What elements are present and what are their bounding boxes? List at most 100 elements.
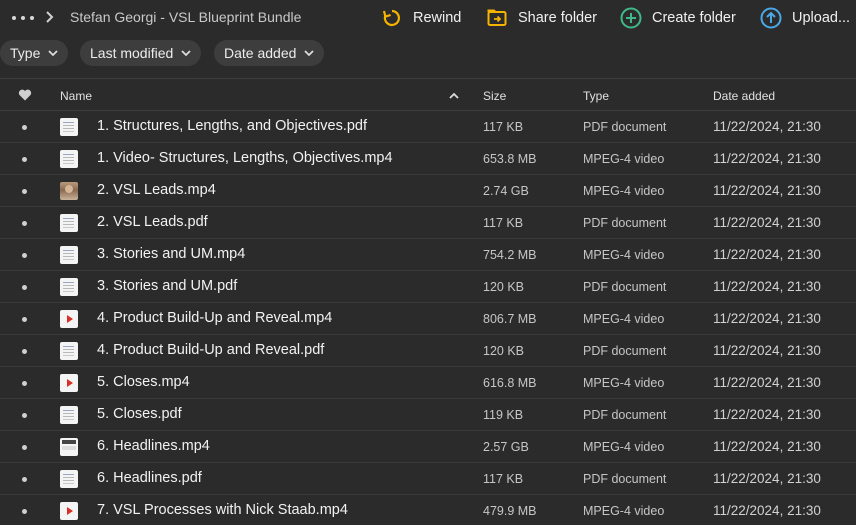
rewind-label: Rewind	[413, 10, 462, 26]
file-name[interactable]: 3. Stories and UM.pdf	[97, 278, 237, 294]
file-size: 119 KB	[483, 408, 524, 422]
more-options-icon[interactable]	[12, 9, 34, 27]
file-type: MPEG-4 video	[583, 248, 665, 262]
file-date-added: 11/22/2024, 21:30	[713, 119, 821, 134]
file-thumbnail-icon	[60, 150, 78, 168]
file-thumbnail-icon	[60, 406, 78, 424]
file-size: 2.57 GB	[483, 440, 529, 454]
favorite-dot-icon[interactable]	[22, 221, 27, 226]
favorite-dot-icon[interactable]	[22, 445, 27, 450]
favorite-dot-icon[interactable]	[22, 509, 27, 514]
favorite-dot-icon[interactable]	[22, 381, 27, 386]
heart-icon[interactable]	[18, 89, 32, 101]
table-row[interactable]: 3. Stories and UM.mp4 754.2 MB MPEG-4 vide…	[0, 239, 856, 271]
file-size: 120 KB	[483, 344, 525, 358]
chevron-down-icon	[48, 49, 58, 56]
file-type: MPEG-4 video	[583, 152, 665, 166]
file-type: MPEG-4 video	[583, 504, 665, 518]
file-size: 754.2 MB	[483, 248, 537, 262]
favorite-dot-icon[interactable]	[22, 477, 27, 482]
folder-title: Stefan Georgi - VSL Blueprint Bundle	[70, 9, 302, 25]
favorite-dot-icon[interactable]	[22, 253, 27, 258]
file-size: 117 KB	[483, 216, 524, 230]
favorite-dot-icon[interactable]	[22, 125, 27, 130]
table-row[interactable]: 4. Product Build-Up and Reveal.mp4 806.7 …	[0, 303, 856, 335]
filter-bar: Type Last modified Date added	[0, 40, 856, 66]
file-name[interactable]: 3. Stories and UM.mp4	[97, 246, 245, 262]
table-row[interactable]: 4. Product Build-Up and Reveal.pdf 120 KB…	[0, 335, 856, 367]
column-header-name[interactable]: Name	[60, 89, 92, 103]
file-size: 117 KB	[483, 472, 524, 486]
filter-date-added[interactable]: Date added	[214, 40, 325, 66]
file-name[interactable]: 4. Product Build-Up and Reveal.mp4	[97, 310, 332, 326]
file-type: PDF document	[583, 472, 667, 486]
table-body: 1. Structures, Lengths, and Objectives.p…	[0, 111, 856, 525]
file-type: PDF document	[583, 408, 667, 422]
file-type: PDF document	[583, 344, 667, 358]
filter-type[interactable]: Type	[0, 40, 69, 66]
table-row[interactable]: 5. Closes.pdf 119 KB PDF document 11/22/202…	[0, 399, 856, 431]
column-header-date-added[interactable]: Date added	[713, 89, 775, 103]
file-size: 806.7 MB	[483, 312, 537, 326]
table-row[interactable]: 6. Headlines.pdf 117 KB PDF document 11/22/…	[0, 463, 856, 495]
table-row[interactable]: 2. VSL Leads.pdf 117 KB PDF document 11/22/…	[0, 207, 856, 239]
file-date-added: 11/22/2024, 21:30	[713, 471, 821, 486]
file-thumbnail-icon	[60, 214, 78, 232]
table-header: Name Size Type Date added	[0, 79, 856, 111]
file-name[interactable]: 5. Closes.pdf	[97, 406, 182, 422]
file-date-added: 11/22/2024, 21:30	[713, 151, 821, 166]
file-date-added: 11/22/2024, 21:30	[713, 375, 821, 390]
file-date-added: 11/22/2024, 21:30	[713, 215, 821, 230]
top-bar: Stefan Georgi - VSL Blueprint Bundle Rew…	[0, 0, 856, 36]
file-name[interactable]: 4. Product Build-Up and Reveal.pdf	[97, 342, 324, 358]
file-name[interactable]: 2. VSL Leads.pdf	[97, 214, 208, 230]
file-name[interactable]: 1. Video- Structures, Lengths, Objective…	[97, 150, 393, 166]
favorite-dot-icon[interactable]	[22, 157, 27, 162]
file-thumbnail-icon	[60, 118, 78, 136]
file-size: 616.8 MB	[483, 376, 537, 390]
upload-arrow-icon	[760, 7, 782, 29]
file-thumbnail-icon	[60, 374, 78, 392]
column-header-size[interactable]: Size	[483, 89, 506, 103]
column-header-type[interactable]: Type	[583, 89, 609, 103]
table-row[interactable]: 6. Headlines.mp4 2.57 GB MPEG-4 video 11/22…	[0, 431, 856, 463]
table-row[interactable]: 2. VSL Leads.mp4 2.74 GB MPEG-4 video 11/22…	[0, 175, 856, 207]
file-thumbnail-icon	[60, 342, 78, 360]
file-size: 117 KB	[483, 120, 524, 134]
file-thumbnail-icon	[60, 246, 78, 264]
favorite-dot-icon[interactable]	[22, 285, 27, 290]
table-row[interactable]: 1. Video- Structures, Lengths, Objective…	[0, 143, 856, 175]
sort-ascending-icon[interactable]	[449, 92, 459, 99]
file-name[interactable]: 7. VSL Processes with Nick Staab.mp4	[97, 502, 348, 518]
file-date-added: 11/22/2024, 21:30	[713, 279, 821, 294]
chevron-right-icon	[46, 11, 54, 23]
file-name[interactable]: 5. Closes.mp4	[97, 374, 190, 390]
filter-last-modified[interactable]: Last modified	[80, 40, 202, 66]
file-thumbnail-icon	[60, 438, 78, 456]
favorite-dot-icon[interactable]	[22, 317, 27, 322]
table-row[interactable]: 5. Closes.mp4 616.8 MB MPEG-4 video 11/22/2…	[0, 367, 856, 399]
file-type: MPEG-4 video	[583, 312, 665, 326]
file-name[interactable]: 1. Structures, Lengths, and Objectives.p…	[97, 118, 367, 134]
rewind-button[interactable]: Rewind	[381, 6, 461, 30]
table-row[interactable]: 7. VSL Processes with Nick Staab.mp4 479.…	[0, 495, 856, 525]
file-date-added: 11/22/2024, 21:30	[713, 311, 821, 326]
file-name[interactable]: 6. Headlines.pdf	[97, 470, 202, 486]
table-row[interactable]: 3. Stories and UM.pdf 120 KB PDF document 1…	[0, 271, 856, 303]
favorite-dot-icon[interactable]	[22, 349, 27, 354]
file-name[interactable]: 2. VSL Leads.mp4	[97, 182, 216, 198]
table-row[interactable]: 1. Structures, Lengths, and Objectives.p…	[0, 111, 856, 143]
share-folder-button[interactable]: Share folder	[486, 6, 597, 30]
upload-button[interactable]: Upload...	[760, 6, 850, 30]
file-type: MPEG-4 video	[583, 184, 665, 198]
file-size: 479.9 MB	[483, 504, 537, 518]
file-type: PDF document	[583, 216, 667, 230]
file-date-added: 11/22/2024, 21:30	[713, 503, 821, 518]
create-folder-button[interactable]: Create folder	[620, 6, 736, 30]
favorite-dot-icon[interactable]	[22, 413, 27, 418]
share-folder-label: Share folder	[518, 10, 597, 26]
file-table: Name Size Type Date added 1. Structures,…	[0, 78, 856, 525]
file-name[interactable]: 6. Headlines.mp4	[97, 438, 210, 454]
favorite-dot-icon[interactable]	[22, 189, 27, 194]
chevron-down-icon	[181, 49, 191, 56]
